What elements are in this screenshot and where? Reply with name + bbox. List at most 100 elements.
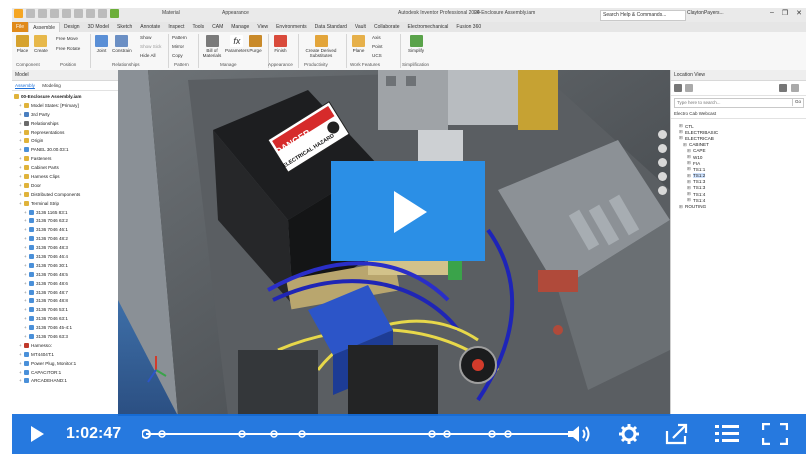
tree-item[interactable]: +3136 7046 30:1 (14, 261, 118, 270)
open-icon[interactable] (38, 9, 47, 18)
progress-bar[interactable] (142, 428, 578, 440)
pattern-button[interactable]: Pattern (172, 35, 187, 40)
ribbon-tab-inspect[interactable]: Inspect (164, 22, 188, 32)
tree-item[interactable]: +3136 7046 63:2 (14, 216, 118, 225)
go-button[interactable]: Go (792, 98, 803, 106)
ribbon-tab-assemble[interactable]: Assemble (28, 21, 61, 33)
location-search-input[interactable]: Type here to search... Go (674, 98, 804, 108)
tree-root[interactable]: 00-Enclosure Assembly.iam (14, 92, 118, 101)
ribbon-tab-3d-model[interactable]: 3D Model (84, 22, 113, 32)
ribbon-tab-design[interactable]: Design (60, 22, 84, 32)
appearance-field[interactable]: Appearance (222, 10, 249, 16)
volume-button[interactable] (564, 414, 594, 454)
tree-item[interactable]: +3rd Party (14, 110, 118, 119)
ribbon-tab-environments[interactable]: Environments (272, 22, 311, 32)
tree-item[interactable]: +3136 7046 46:1 (14, 225, 118, 234)
create-derived-button[interactable]: Create Derived Substitutes (304, 35, 338, 58)
orbit-icon[interactable] (658, 172, 667, 181)
ribbon-tab-file[interactable]: File (12, 22, 29, 32)
ribbon-tab-vault[interactable]: Vault (351, 22, 370, 32)
ribbon-tab-sketch[interactable]: Sketch (113, 22, 136, 32)
purge-button[interactable]: Purge (249, 35, 262, 53)
parameters-button[interactable]: fx Parameters (225, 35, 249, 53)
location-icon[interactable] (674, 84, 682, 92)
save-icon[interactable] (50, 9, 59, 18)
user-account[interactable]: ClaytonPayers... (687, 10, 724, 16)
fullscreen-button[interactable] (760, 414, 790, 454)
home-icon[interactable] (86, 9, 95, 18)
minimize-icon[interactable]: – (770, 9, 774, 17)
tree-item[interactable]: + Terminal Strip (14, 199, 118, 208)
ucs-button[interactable]: UCS (372, 53, 382, 58)
plane-button[interactable]: Plane (352, 35, 365, 53)
tree-item[interactable]: +3136 7046 53:1 (14, 305, 118, 314)
material-field[interactable]: Material (162, 10, 180, 16)
tree-item[interactable]: + CAPACITOR:1 (14, 368, 118, 377)
tree-item[interactable]: + Harness Clips (14, 172, 118, 181)
tree-item[interactable]: + ARCADEHAND:1 (14, 377, 118, 386)
tree-item[interactable]: +3136 1165 83:1 (14, 208, 118, 217)
location-item[interactable]: ⊞ ROUTING (675, 203, 806, 210)
tree-item[interactable]: + MT4404T:1 (14, 350, 118, 359)
finish-button[interactable]: Finish (274, 35, 287, 53)
group-component[interactable]: Component (16, 62, 40, 67)
free-move-button[interactable]: Free Move (56, 36, 78, 41)
tree-item[interactable]: + Distributed Components (14, 190, 118, 199)
tab-assembly[interactable]: Assembly (15, 83, 35, 88)
look-at-icon[interactable] (658, 186, 667, 195)
tree-item[interactable]: + Origin (14, 136, 118, 145)
tree-item[interactable]: + Model States: [Primary] (14, 101, 118, 110)
tree-item[interactable]: +3136 7046 48:5 (14, 270, 118, 279)
constrain-button[interactable]: Constrain (112, 35, 132, 53)
tree-item[interactable]: +3136 7046 48:7 (14, 288, 118, 297)
update-icon[interactable] (98, 9, 107, 18)
zoom-icon[interactable] (658, 158, 667, 167)
close-icon[interactable]: ✕ (796, 9, 802, 17)
tree-item[interactable]: +3136 7046 45-4:1 (14, 323, 118, 332)
tree-item[interactable]: + Relationships (14, 119, 118, 128)
simplify-button[interactable]: Simplify (408, 35, 424, 53)
tree-item[interactable]: +3136 7046 48:3 (14, 243, 118, 252)
ribbon-tab-collaborate[interactable]: Collaborate (370, 22, 404, 32)
group-position[interactable]: Position (60, 62, 76, 67)
ribbon-tab-annotate[interactable]: Annotate (136, 22, 164, 32)
redo-icon[interactable] (74, 9, 83, 18)
joint-button[interactable]: Joint (95, 35, 108, 53)
axis-button[interactable]: Axis (372, 35, 381, 40)
ribbon-tab-manage[interactable]: Manage (227, 22, 253, 32)
expand-icon[interactable] (791, 84, 799, 92)
group-relationships[interactable]: Relationships (112, 62, 140, 67)
group-simplification[interactable]: Simplification (402, 62, 429, 67)
pan-icon[interactable] (658, 144, 667, 153)
tree-item[interactable]: +3136 7046 48:6 (14, 279, 118, 288)
mirror-button[interactable]: Mirror (172, 44, 184, 49)
settings-button[interactable] (616, 414, 642, 454)
ribbon-tab-fusion-360[interactable]: Fusion 360 (452, 22, 485, 32)
tree-item[interactable]: + Harnesso: (14, 341, 118, 350)
tree-item[interactable]: +3136 7046 63:3 (14, 332, 118, 341)
copy-button[interactable]: Copy (172, 53, 183, 58)
place-button[interactable]: Place (16, 35, 29, 53)
ribbon-tab-cam[interactable]: CAM (208, 22, 227, 32)
restore-icon[interactable]: ❐ (782, 9, 788, 17)
tree-item[interactable]: +3136 7046 46:4 (14, 252, 118, 261)
show-sick-button[interactable]: Show Sick (140, 44, 161, 49)
share-button[interactable] (662, 414, 692, 454)
tab-modeling[interactable]: Modeling (42, 83, 61, 88)
tree-item[interactable]: +3136 7046 48:8 (14, 296, 118, 305)
tree-item[interactable]: + Representations (14, 128, 118, 137)
tree-item[interactable]: + Power Plug, Monitor:1 (14, 359, 118, 368)
bom-button[interactable]: Bill of Materials (202, 35, 222, 58)
play-button[interactable] (331, 161, 485, 261)
tree-item[interactable]: + Door (14, 181, 118, 190)
tree-item[interactable]: + Fasteners (14, 154, 118, 163)
filter-icon[interactable] (685, 84, 693, 92)
point-button[interactable]: Point (372, 44, 382, 49)
show-button[interactable]: Show (140, 35, 152, 40)
tree-item[interactable]: +3136 7046 63:1 (14, 314, 118, 323)
new-icon[interactable] (26, 9, 35, 18)
undo-icon[interactable] (62, 9, 71, 18)
play-toggle-button[interactable] (26, 414, 48, 454)
nav-wheel-icon[interactable] (658, 130, 667, 139)
group-pattern[interactable]: Pattern (174, 62, 189, 67)
